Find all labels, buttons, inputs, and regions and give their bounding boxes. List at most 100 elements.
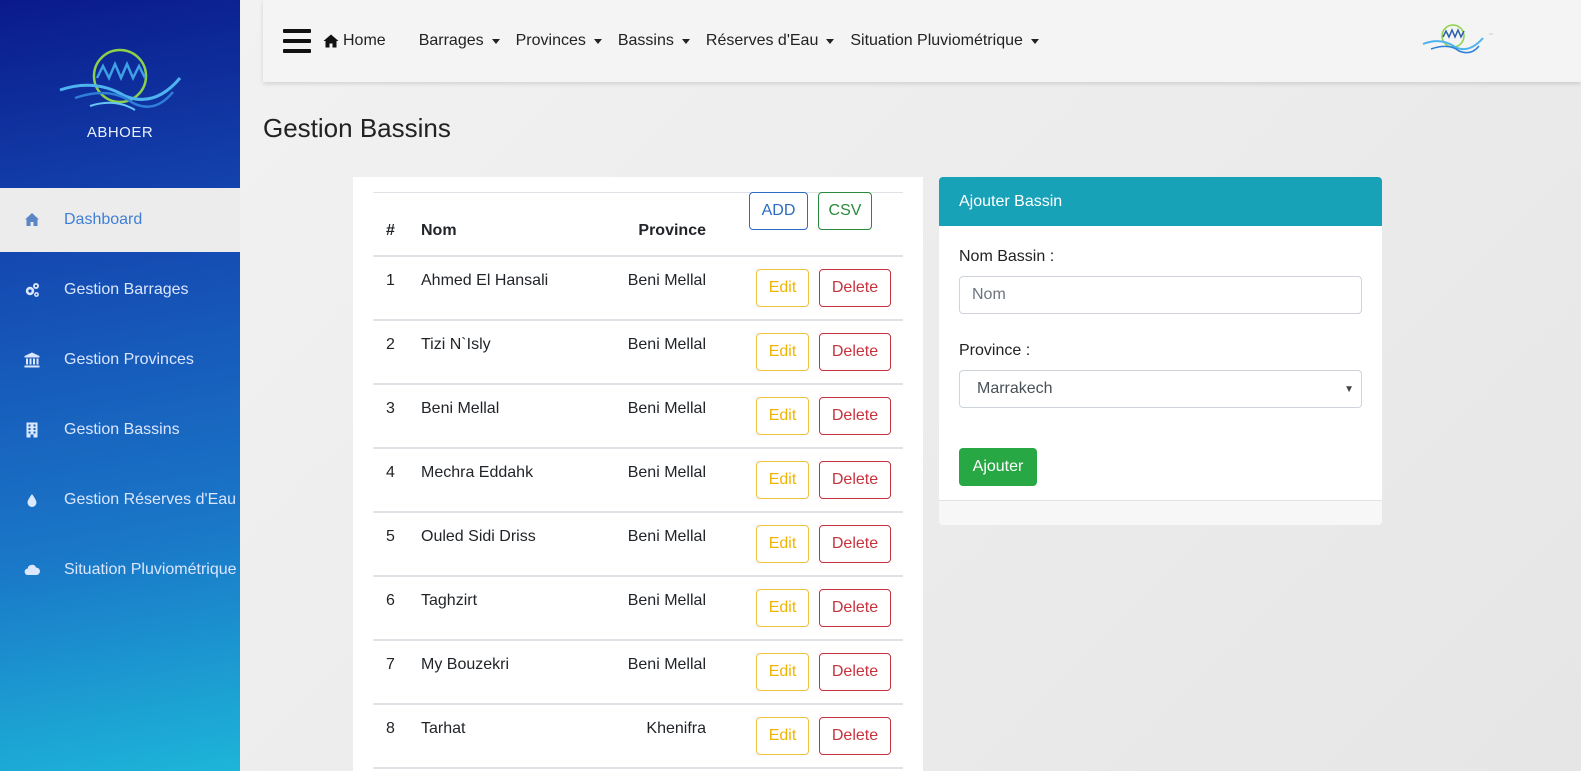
edit-button[interactable]: Edit	[756, 589, 809, 627]
row-nom: Tizi N`Isly	[421, 336, 491, 353]
table-row: 4 Mechra Eddahk Beni Mellal Edit Delete	[373, 449, 903, 513]
table-row: 7 My Bouzekri Beni Mellal Edit Delete	[373, 641, 903, 705]
sidebar: ABHOER Dashboard Gestion Barrages Gestio…	[0, 0, 240, 771]
ajouter-button[interactable]: Ajouter	[959, 448, 1037, 486]
delete-button[interactable]: Delete	[819, 397, 891, 435]
row-num: 2	[386, 336, 395, 353]
row-province: Beni Mellal	[627, 336, 706, 353]
sidebar-item-bassins[interactable]: Gestion Bassins	[0, 398, 240, 462]
caret-down-icon	[681, 38, 690, 44]
row-province: Beni Mellal	[627, 464, 706, 481]
caret-down-icon	[593, 38, 602, 44]
sidebar-item-label: Gestion Barrages	[64, 281, 189, 298]
row-province: Beni Mellal	[627, 592, 706, 609]
sidebar-item-label: Situation Pluviométrique	[64, 561, 237, 578]
hamburger-menu-icon[interactable]	[283, 29, 311, 53]
row-actions: Edit Delete	[706, 525, 903, 563]
edit-button[interactable]: Edit	[756, 653, 809, 691]
water-drop-icon	[22, 490, 42, 510]
row-num: 8	[386, 720, 395, 737]
row-num: 1	[386, 272, 395, 289]
table-row: 3 Beni Mellal Beni Mellal Edit Delete	[373, 385, 903, 449]
row-nom: Ahmed El Hansali	[421, 272, 549, 289]
bassins-table-card: # Nom Province ADD CSV 1 Ahmed El Hansali…	[353, 177, 923, 771]
table-row: 8 Tarhat Khenifra Edit Delete	[373, 705, 903, 769]
nom-bassin-label: Nom Bassin :	[959, 248, 1055, 265]
column-header-province: Province	[638, 222, 706, 239]
column-header-nom: Nom	[421, 222, 457, 239]
nav-label: Situation Pluviométrique	[850, 32, 1023, 49]
main-nav: Home Barrages Provinces Bassins Réserves…	[323, 32, 1055, 50]
delete-button[interactable]: Delete	[819, 717, 891, 755]
edit-button[interactable]: Edit	[756, 333, 809, 371]
sidebar-item-label: Gestion Provinces	[64, 351, 194, 368]
delete-button[interactable]: Delete	[819, 525, 891, 563]
edit-button[interactable]: Edit	[756, 397, 809, 435]
csv-button[interactable]: CSV	[818, 192, 872, 230]
delete-button[interactable]: Delete	[819, 461, 891, 499]
nav-label: Provinces	[515, 32, 586, 49]
nav-label: Barrages	[418, 32, 484, 49]
caret-down-icon	[491, 38, 500, 44]
building-icon	[22, 420, 42, 440]
sidebar-item-label: Gestion Bassins	[64, 421, 180, 438]
sidebar-item-pluviometrie[interactable]: Situation Pluviométrique	[0, 538, 240, 602]
bassins-table: # Nom Province ADD CSV 1 Ahmed El Hansali…	[373, 192, 903, 769]
brand-name: ABHOER	[86, 123, 154, 141]
nom-bassin-input[interactable]	[959, 276, 1362, 314]
table-header-row: # Nom Province ADD CSV	[373, 192, 903, 257]
row-province: Beni Mellal	[627, 656, 706, 673]
add-button[interactable]: ADD	[749, 192, 808, 230]
page-title: Gestion Bassins	[263, 113, 451, 143]
row-nom: Mechra Eddahk	[421, 464, 534, 481]
nav-dropdown-reserves[interactable]: Réserves d'Eau	[706, 32, 835, 50]
row-nom: Tarhat	[421, 720, 466, 737]
caret-down-icon	[1030, 38, 1039, 44]
header-actions: ADD CSV	[706, 192, 903, 230]
add-bassin-card-title: Ajouter Bassin	[939, 177, 1382, 226]
nav-dropdown-provinces[interactable]: Provinces	[516, 32, 602, 50]
row-num: 7	[386, 656, 395, 673]
delete-button[interactable]: Delete	[819, 589, 891, 627]
top-logo-icon[interactable]	[1421, 22, 1501, 62]
nav-home-link[interactable]: Home	[323, 32, 386, 50]
row-nom: My Bouzekri	[421, 656, 510, 673]
sidebar-item-provinces[interactable]: Gestion Provinces	[0, 328, 240, 392]
delete-button[interactable]: Delete	[819, 269, 891, 307]
caret-down-icon	[826, 38, 835, 44]
card-footer	[939, 500, 1382, 525]
province-label: Province :	[959, 342, 1031, 359]
nav-home-label: Home	[343, 32, 386, 49]
delete-button[interactable]: Delete	[819, 653, 891, 691]
abhoer-logo-icon	[59, 48, 182, 111]
edit-button[interactable]: Edit	[756, 717, 809, 755]
edit-button[interactable]: Edit	[756, 461, 809, 499]
row-num: 5	[386, 528, 395, 545]
home-icon	[22, 210, 42, 230]
delete-button[interactable]: Delete	[819, 333, 891, 371]
nav-label: Bassins	[617, 32, 674, 49]
table-row: 2 Tizi N`Isly Beni Mellal Edit Delete	[373, 321, 903, 385]
edit-button[interactable]: Edit	[756, 525, 809, 563]
sidebar-item-reserves[interactable]: Gestion Réserves d'Eau	[0, 468, 240, 532]
row-province: Beni Mellal	[627, 272, 706, 289]
table-row: 5 Ouled Sidi Driss Beni Mellal Edit Delete	[373, 513, 903, 577]
row-num: 6	[386, 592, 395, 609]
row-actions: Edit Delete	[706, 397, 903, 435]
top-navbar: Home Barrages Provinces Bassins Réserves…	[263, 0, 1581, 82]
row-province: Khenifra	[646, 720, 706, 737]
table-row: 6 Taghzirt Beni Mellal Edit Delete	[373, 577, 903, 641]
row-num: 3	[386, 400, 395, 417]
row-num: 4	[386, 464, 395, 481]
edit-button[interactable]: Edit	[756, 269, 809, 307]
row-actions: Edit Delete	[706, 653, 903, 691]
brand-logo[interactable]: ABHOER	[0, 0, 240, 188]
sidebar-item-barrages[interactable]: Gestion Barrages	[0, 258, 240, 322]
gears-icon	[22, 280, 42, 300]
nav-dropdown-bassins[interactable]: Bassins	[618, 32, 690, 50]
home-icon	[323, 34, 339, 48]
nav-dropdown-barrages[interactable]: Barrages	[419, 32, 500, 50]
province-select[interactable]: Marrakech ▼	[959, 370, 1362, 408]
nav-dropdown-pluviometrie[interactable]: Situation Pluviométrique	[850, 32, 1039, 50]
sidebar-item-dashboard[interactable]: Dashboard	[0, 188, 240, 252]
